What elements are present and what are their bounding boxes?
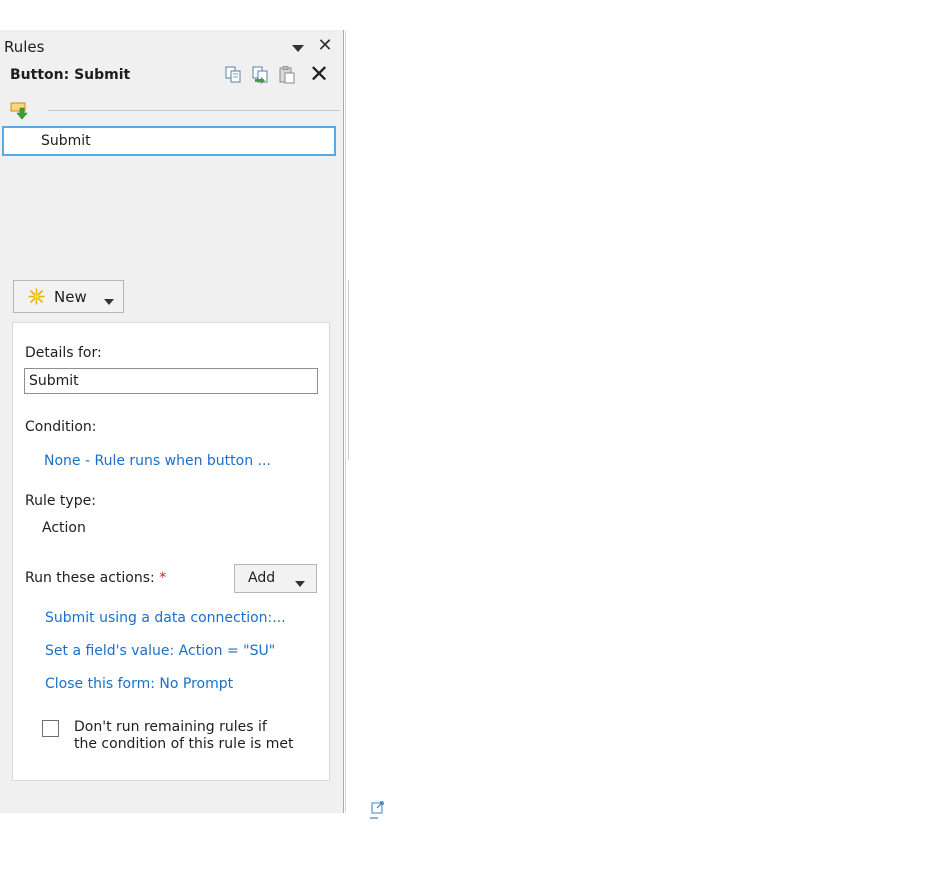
chevron-down-icon [104, 291, 114, 310]
pane-splitter[interactable] [345, 30, 346, 813]
dropdown-arrow-icon[interactable] [291, 40, 305, 54]
popout-icon[interactable] [370, 800, 386, 819]
copy-rule-icon[interactable] [251, 65, 271, 85]
details-heading: Details for: [25, 345, 102, 361]
actions-label: Run these actions: * [25, 570, 166, 586]
pane-close-button[interactable]: ✕ [316, 36, 334, 56]
chevron-down-icon [295, 573, 305, 592]
required-mark: * [159, 570, 167, 586]
actions-label-text: Run these actions: [25, 570, 155, 586]
copy-icon[interactable] [224, 65, 244, 85]
rule-name-input[interactable] [24, 368, 318, 394]
rule-item-label: Submit [41, 133, 91, 149]
new-star-icon [28, 288, 45, 305]
new-button-label: New [54, 288, 87, 306]
action-link[interactable]: Close this form: No Prompt [45, 676, 233, 692]
control-header: Button: Submit ✕ [0, 60, 343, 92]
new-rule-button[interactable]: New [13, 280, 124, 313]
rule-type-value: Action [42, 520, 86, 536]
stop-rules-checkbox[interactable] [42, 720, 59, 737]
rule-action-icon [10, 100, 32, 124]
stop-rules-line2: the condition of this rule is met [74, 736, 294, 752]
pane-title: Rules [4, 38, 45, 56]
action-link[interactable]: Submit using a data connection:... [45, 610, 286, 626]
stop-rules-line1: Don't run remaining rules if [74, 719, 267, 735]
paste-icon[interactable] [277, 65, 297, 85]
action-link[interactable]: Set a field's value: Action = "SU" [45, 643, 275, 659]
rule-type-label: Rule type: [25, 493, 96, 509]
add-action-button[interactable]: Add [234, 564, 317, 593]
add-button-label: Add [248, 570, 276, 586]
rule-details-panel: Details for: Condition: None - Rule runs… [12, 322, 330, 781]
pane-title-bar: Rules ✕ [0, 36, 343, 58]
condition-link[interactable]: None - Rule runs when button ... [44, 453, 271, 469]
separator-line [48, 110, 340, 111]
condition-label: Condition: [25, 419, 97, 435]
delete-icon[interactable]: ✕ [306, 61, 332, 87]
scrollbar-track[interactable] [348, 280, 353, 460]
stop-rules-label: Don't run remaining rules if the conditi… [74, 719, 294, 753]
rule-list-item[interactable]: Submit [2, 126, 336, 156]
pane-divider [343, 30, 344, 813]
rule-list-separator [10, 100, 342, 120]
control-name: Button: Submit [10, 67, 131, 83]
